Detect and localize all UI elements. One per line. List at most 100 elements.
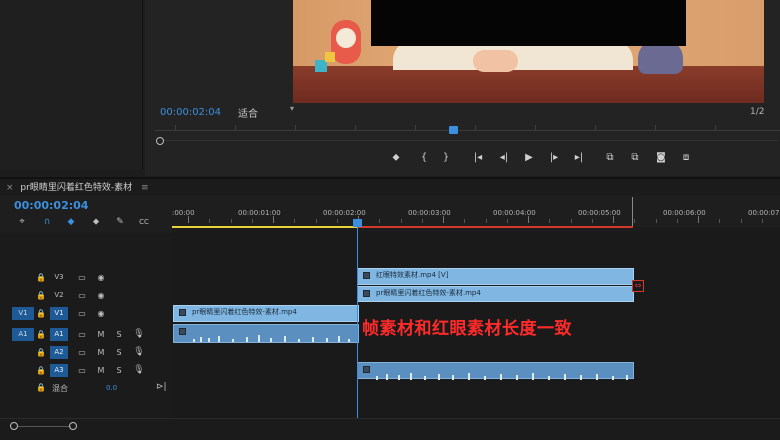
premiere-workspace: 00:00:02:04 适合 ▾ 1/2 ⬥ { } |◂ ◂| ▶ |▸ ▸|…: [0, 0, 780, 440]
sync-lock-icon[interactable]: ▭: [76, 346, 88, 359]
go-to-end-icon[interactable]: ⊳|: [156, 382, 167, 392]
lock-icon[interactable]: 🔒: [36, 307, 46, 320]
monitor-time-ruler[interactable]: [155, 123, 780, 131]
trim-cursor-icon[interactable]: ⇔: [632, 280, 644, 292]
lock-icon[interactable]: 🔒: [36, 328, 46, 341]
mark-in-button[interactable]: {: [417, 151, 431, 165]
audio-clip-a1[interactable]: [173, 324, 359, 343]
playhead-timecode[interactable]: 00:00:02:04: [160, 107, 221, 118]
scroll-thumb[interactable]: [18, 426, 71, 427]
fx-badge-icon: [179, 328, 186, 335]
wrench-icon[interactable]: ✎: [114, 216, 126, 228]
close-icon[interactable]: ×: [6, 183, 14, 193]
track-name[interactable]: V3: [50, 271, 68, 284]
track-name[interactable]: V2: [50, 289, 68, 302]
sync-lock-icon[interactable]: ▭: [76, 289, 88, 302]
audio-waveform: [372, 372, 631, 380]
mute-button[interactable]: M: [95, 364, 107, 377]
timeline-playhead[interactable]: [353, 219, 362, 227]
export-frame-button[interactable]: ◙: [654, 151, 668, 165]
scene-clock-face: [336, 28, 356, 48]
scene-toy-cube: [325, 52, 335, 62]
track-header-a3: 🔒 A3 ▭ M S 🎙: [0, 362, 172, 379]
video-clip-v1[interactable]: pr眼睛里闪着红色特效-素材.mp4: [173, 305, 359, 322]
snap-magnet-icon[interactable]: ∩: [41, 216, 53, 228]
scroll-handle[interactable]: [156, 137, 164, 145]
timeline-timecode[interactable]: 00:00:02:04: [14, 199, 88, 212]
ruler-label: 00:00:01:00: [238, 209, 281, 217]
solo-button[interactable]: S: [113, 328, 125, 341]
zoom-fit-dropdown[interactable]: 适合 ▾: [238, 104, 296, 120]
panel-menu-icon[interactable]: ≡: [141, 183, 149, 193]
mute-button[interactable]: M: [95, 328, 107, 341]
step-back-button[interactable]: ◂|: [497, 151, 511, 165]
fx-badge-icon: [363, 366, 370, 373]
clip-label: pr眼睛里闪着红色特效-素材.mp4: [192, 308, 297, 316]
lift-button[interactable]: ⧉: [603, 151, 617, 165]
zoom-fit-value: 适合: [238, 109, 258, 120]
lock-icon[interactable]: 🔒: [36, 289, 46, 302]
clip-label: 红眼特效素材.mp4 [V]: [376, 271, 449, 279]
ruler-label: :00:00: [172, 209, 195, 217]
microphone-icon[interactable]: 🎙: [133, 346, 145, 359]
solo-button[interactable]: S: [113, 346, 125, 359]
fx-badge-icon: [179, 309, 186, 316]
play-button[interactable]: ▶: [522, 151, 536, 165]
linked-selection-icon[interactable]: ◆: [65, 216, 77, 228]
video-preview[interactable]: [293, 0, 764, 103]
insert-nest-icon[interactable]: ⌖: [16, 216, 28, 228]
resolution-select[interactable]: 1/2: [750, 107, 764, 117]
track-header-v3: 🔒 V3 ▭ ◉: [0, 269, 172, 286]
mark-out-button[interactable]: }: [439, 151, 453, 165]
video-clip-v3[interactable]: 红眼特效素材.mp4 [V]: [357, 268, 634, 285]
solo-button[interactable]: S: [113, 364, 125, 377]
monitor-zoom-scrollbar[interactable]: [156, 137, 778, 145]
lock-icon[interactable]: 🔒: [36, 271, 46, 284]
lock-icon[interactable]: 🔒: [36, 383, 46, 392]
source-patch-a1[interactable]: A1: [12, 328, 34, 341]
scene-mask: [371, 0, 686, 46]
track-name[interactable]: A1: [50, 328, 68, 341]
source-panel: [0, 0, 143, 170]
eye-icon[interactable]: ◉: [95, 271, 107, 284]
microphone-icon[interactable]: 🎙: [133, 364, 145, 377]
scroll-handle-start[interactable]: [10, 422, 18, 430]
sync-lock-icon[interactable]: ▭: [76, 271, 88, 284]
source-patch-v1[interactable]: V1: [12, 307, 34, 320]
timeline-ruler[interactable]: :00:00 00:00:01:00 00:00:02:00 00:00:03:…: [172, 195, 780, 227]
track-name[interactable]: V1: [50, 307, 68, 320]
sync-lock-icon[interactable]: ▭: [76, 328, 88, 341]
audio-waveform: [188, 334, 356, 342]
track-name[interactable]: A3: [50, 364, 68, 377]
video-clip-v2[interactable]: pr眼睛里闪着红色特效-素材.mp4: [357, 286, 634, 302]
lock-icon[interactable]: 🔒: [36, 346, 46, 359]
go-to-in-button[interactable]: |◂: [471, 151, 485, 165]
ruler-label: 00:00:04:00: [493, 209, 536, 217]
audio-clip-a3[interactable]: [357, 362, 634, 380]
track-name[interactable]: A2: [50, 346, 68, 359]
captions-icon[interactable]: CC: [138, 216, 150, 228]
go-to-out-button[interactable]: ▸|: [572, 151, 586, 165]
sync-lock-icon[interactable]: ▭: [76, 307, 88, 320]
timeline-zoom-scrollbar[interactable]: [0, 418, 780, 440]
scene-table: [293, 66, 764, 103]
add-marker-icon[interactable]: ⬥: [90, 216, 102, 228]
eye-icon[interactable]: ◉: [95, 289, 107, 302]
monitor-playhead[interactable]: [449, 126, 458, 134]
comparison-view-button[interactable]: ⧈: [679, 151, 693, 165]
track-header-v2: 🔒 V2 ▭ ◉: [0, 287, 172, 304]
lock-icon[interactable]: 🔒: [36, 364, 46, 377]
scroll-handle-end[interactable]: [69, 422, 77, 430]
mute-button[interactable]: M: [95, 346, 107, 359]
mix-volume-value[interactable]: 0.0: [106, 384, 117, 392]
add-marker-button[interactable]: ⬥: [389, 151, 403, 165]
sequence-tab[interactable]: × pr眼睛里闪着红色特效-素材 ≡: [6, 180, 149, 193]
unrendered-bar: [358, 226, 633, 228]
clip-label: pr眼睛里闪着红色特效-素材.mp4: [376, 289, 481, 297]
eye-icon[interactable]: ◉: [95, 307, 107, 320]
sync-lock-icon[interactable]: ▭: [76, 364, 88, 377]
extract-button[interactable]: ⧉: [628, 151, 642, 165]
microphone-icon[interactable]: 🎙: [133, 328, 145, 341]
sequence-title: pr眼睛里闪着红色特效-素材: [20, 183, 133, 193]
step-forward-button[interactable]: |▸: [547, 151, 561, 165]
